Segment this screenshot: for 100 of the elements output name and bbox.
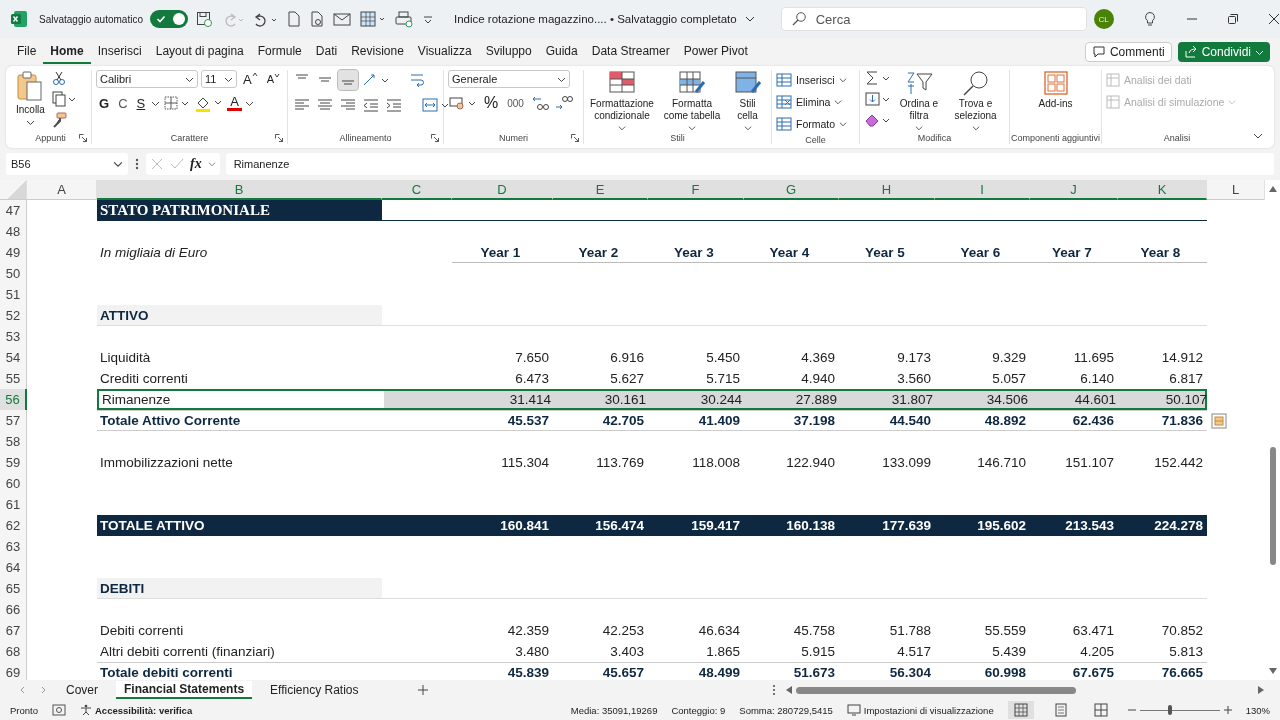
ribbon-tab[interactable]: Formule (250, 40, 309, 64)
row-header[interactable]: 69 (0, 662, 27, 680)
restore-icon[interactable] (1226, 13, 1239, 25)
ribbon-tab[interactable]: Data Streamer (584, 40, 677, 64)
column-header[interactable]: C (382, 180, 452, 200)
ribbon-button[interactable]: Ordina e filtra (896, 70, 942, 132)
insert-function-button[interactable]: fx (190, 156, 202, 172)
sheet-tab[interactable]: Efficiency Ratios (262, 682, 367, 698)
thousands-separator-button[interactable]: 000 (504, 97, 527, 109)
ribbon-tab[interactable]: Guida (538, 40, 585, 64)
row-header[interactable]: 67 (0, 620, 27, 641)
sum-icon[interactable] (864, 70, 892, 86)
align-right-icon[interactable] (338, 97, 358, 113)
printer-icon[interactable] (393, 10, 414, 28)
column-header[interactable]: E (553, 180, 648, 200)
add-sheet-icon[interactable] (416, 684, 429, 696)
user-avatar[interactable]: CL (1093, 9, 1114, 29)
autosave-toggle[interactable] (149, 10, 188, 28)
column-header[interactable]: F (648, 180, 744, 200)
document-title[interactable]: Indice rotazione magazzino.... • Salvataggio completato (453, 13, 737, 25)
row-header[interactable]: 58 (0, 431, 27, 452)
display-settings-button[interactable]: Impostazioni di visualizzazione (846, 704, 994, 716)
increase-indent-icon[interactable] (384, 97, 404, 113)
row-header[interactable]: 51 (0, 284, 27, 305)
lightbulb-icon[interactable] (1142, 11, 1157, 27)
column-header[interactable]: H (839, 180, 935, 200)
underline-button[interactable]: S (133, 95, 149, 111)
dialog-launcher-icon[interactable] (275, 134, 283, 142)
align-center-icon[interactable] (315, 97, 335, 113)
share-button[interactable]: Condividi (1177, 42, 1270, 62)
row-header[interactable]: 52 (0, 305, 27, 326)
column-header[interactable]: I (935, 180, 1030, 200)
column-header[interactable]: G (744, 180, 839, 200)
horizontal-scrollbar[interactable] (786, 686, 1264, 694)
wrap-text-icon[interactable] (408, 71, 426, 89)
save-icon[interactable] (194, 10, 213, 28)
font-color-button[interactable]: A (227, 95, 242, 111)
ribbon-tab[interactable]: Visualizza (410, 40, 479, 64)
zoom-out-icon[interactable] (1127, 706, 1136, 714)
currency-icon[interactable] (448, 94, 478, 112)
scroll-left-icon[interactable] (786, 686, 792, 694)
zoom-level[interactable]: 130% (1245, 704, 1270, 716)
scroll-down-icon[interactable] (1268, 668, 1277, 674)
email-icon[interactable] (331, 10, 352, 28)
fill-down-icon[interactable] (864, 91, 892, 107)
scroll-right-icon[interactable] (1258, 686, 1264, 694)
formula-field[interactable]: Rimanenze (225, 153, 1274, 175)
row-header[interactable]: 49 (0, 242, 27, 263)
row-header[interactable]: 65 (0, 578, 27, 599)
row-header[interactable]: 59 (0, 452, 27, 473)
search-field[interactable]: Cerca (780, 7, 1087, 31)
print-preview-icon[interactable] (308, 10, 325, 28)
scroll-up-icon[interactable] (1268, 186, 1277, 192)
row-header[interactable]: 62 (0, 515, 27, 536)
ribbon-button[interactable]: Formatta come tabella (659, 70, 725, 132)
paste-button[interactable]: Incolla (14, 70, 47, 127)
dialog-launcher-icon[interactable] (571, 134, 579, 142)
table-icon[interactable] (358, 10, 387, 28)
more-icon[interactable] (772, 684, 776, 696)
column-header[interactable]: D (452, 180, 553, 200)
ribbon-tab[interactable]: Layout di pagina (148, 40, 251, 64)
font-size-field[interactable]: 11 (201, 70, 237, 88)
ribbon-button[interactable]: Formato (776, 114, 855, 134)
ribbon-tab[interactable]: Sviluppo (478, 40, 539, 64)
zoom-in-icon[interactable] (1223, 706, 1232, 714)
ribbon-tab[interactable]: Inserisci (90, 40, 149, 64)
column-header[interactable]: K (1118, 180, 1207, 200)
column-header[interactable]: B (97, 180, 382, 200)
dialog-launcher-icon[interactable] (431, 134, 439, 142)
row-header[interactable]: 68 (0, 641, 27, 662)
normal-view-icon[interactable] (1007, 701, 1034, 719)
new-document-icon[interactable] (285, 10, 302, 28)
column-header[interactable]: J (1030, 180, 1118, 200)
row-header[interactable]: 54 (0, 347, 27, 368)
row-header[interactable]: 53 (0, 326, 27, 347)
ribbon-tab[interactable]: Power Pivot (676, 40, 755, 64)
ribbon-button[interactable]: Trova e seleziona (946, 70, 1005, 132)
comments-button[interactable]: Commenti (1084, 42, 1172, 62)
row-header[interactable]: 66 (0, 599, 27, 620)
ribbon-tab[interactable]: Revisione (344, 40, 411, 64)
ribbon-tab[interactable]: Dati (308, 40, 345, 64)
bold-button[interactable]: G (96, 95, 113, 111)
row-header[interactable]: 60 (0, 473, 27, 494)
more-icon[interactable] (134, 157, 140, 171)
name-box[interactable]: B56 (6, 153, 128, 175)
row-header[interactable]: 57 (0, 410, 27, 431)
sheet-tab[interactable]: Cover (58, 682, 106, 698)
decrease-font-button[interactable]: A (263, 73, 283, 85)
add-ins-button[interactable]: Add-ins (1036, 70, 1075, 110)
macro-record-icon[interactable] (52, 703, 66, 717)
row-header[interactable]: 63 (0, 536, 27, 557)
copy-icon[interactable] (50, 91, 77, 107)
row-header[interactable]: 47 (0, 200, 27, 221)
ribbon-button[interactable]: Stili cella (728, 70, 767, 132)
font-field[interactable]: Calibri (96, 70, 198, 88)
sheet-tab[interactable]: Financial Statements (116, 681, 253, 699)
quick-analysis-icon[interactable] (1211, 413, 1227, 429)
ribbon-button[interactable]: Formattazione condizionale (588, 70, 656, 132)
decrease-indent-icon[interactable] (361, 97, 381, 113)
merge-cells-icon[interactable] (421, 96, 451, 114)
